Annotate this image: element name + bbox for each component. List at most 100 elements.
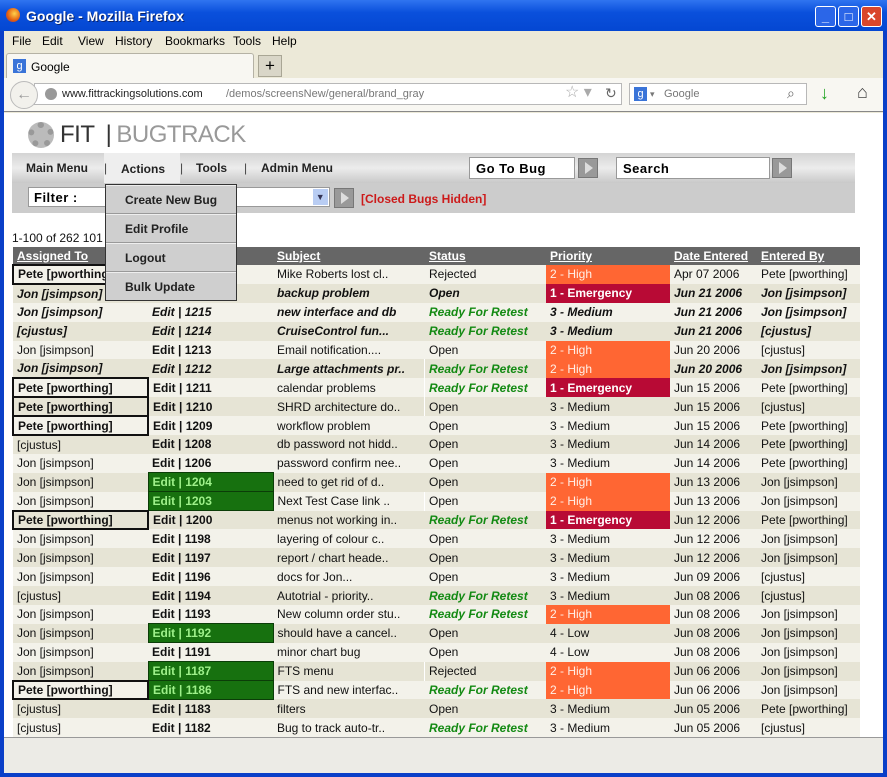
- table-row[interactable]: [cjustus] Edit | 1183 filters Open 3 - Mediu…: [13, 699, 860, 719]
- filter-go-button[interactable]: [334, 188, 354, 208]
- table-row[interactable]: Pete [pworthing] Edit | 1209 workflow prob…: [12, 415, 860, 437]
- close-button[interactable]: ✕: [861, 6, 882, 27]
- edit-link[interactable]: Edit | 1193: [148, 605, 273, 624]
- cell-subject[interactable]: new interface and db: [273, 302, 425, 322]
- edit-link[interactable]: Edit | 1192: [147, 623, 274, 644]
- cell-subject[interactable]: need to get rid of d..: [273, 472, 425, 492]
- new-tab-button[interactable]: +: [258, 55, 282, 77]
- edit-link[interactable]: Edit | 1194: [148, 586, 273, 606]
- cell-subject[interactable]: report / chart heade..: [273, 548, 425, 568]
- table-row[interactable]: Jon [jsimpson] Edit | 1193 New column orde…: [13, 605, 860, 624]
- cell-subject[interactable]: Email notification....: [273, 340, 425, 360]
- table-row[interactable]: Jon [jsimpson] Edit | 1206 password confir…: [13, 453, 860, 473]
- cell-subject[interactable]: menus not working in..: [273, 510, 425, 530]
- web-search-box[interactable]: g ▾ Google ⌕: [629, 83, 807, 105]
- table-row[interactable]: [cjustus] Edit | 1182 Bug to track auto-tr…: [13, 718, 860, 737]
- table-row[interactable]: Pete [pworthing] Edit | 1200 menus not wor…: [12, 509, 860, 531]
- table-row[interactable]: Jon [jsimpson] Edit | 1196 docs for Jon...…: [13, 567, 860, 587]
- table-row[interactable]: Jon [jsimpson] Edit | 1192 should have a c…: [13, 623, 860, 644]
- edit-link[interactable]: Edit | 1187: [147, 661, 274, 682]
- home-icon[interactable]: ⌂: [857, 82, 868, 103]
- edit-link[interactable]: Edit | 1213: [148, 340, 273, 360]
- cell-subject[interactable]: calendar problems: [273, 378, 425, 398]
- edit-link[interactable]: Edit | 1182: [148, 718, 273, 737]
- edit-link[interactable]: Edit | 1198: [148, 529, 273, 549]
- cell-subject[interactable]: Large attachments pr..: [273, 359, 425, 379]
- col-entered-by[interactable]: Entered By: [757, 247, 860, 265]
- cell-subject[interactable]: layering of colour c..: [273, 529, 425, 549]
- cell-subject[interactable]: SHRD architecture do..: [273, 397, 425, 417]
- closed-bugs-hidden[interactable]: [Closed Bugs Hidden]: [361, 192, 486, 206]
- engine-dropdown-icon[interactable]: ▾: [650, 84, 655, 104]
- cell-subject[interactable]: workflow problem: [273, 416, 425, 436]
- table-row[interactable]: [cjustus] Edit | 1194 Autotrial - priority…: [13, 586, 860, 606]
- edit-link[interactable]: Edit | 1212: [148, 359, 273, 379]
- menu-main[interactable]: Main Menu: [26, 161, 88, 175]
- cell-subject[interactable]: docs for Jon...: [273, 567, 425, 587]
- chevron-down-icon[interactable]: ▼: [313, 189, 328, 205]
- menu-admin[interactable]: Admin Menu: [261, 161, 333, 175]
- cell-subject[interactable]: FTS menu: [273, 661, 425, 681]
- menu-item-edit-profile[interactable]: Edit Profile: [106, 214, 236, 243]
- menu-item-bulk-update[interactable]: Bulk Update: [106, 272, 236, 301]
- cell-subject[interactable]: New column order stu..: [273, 605, 425, 624]
- reload-icon[interactable]: ↻: [605, 83, 617, 103]
- table-row[interactable]: [cjustus] Edit | 1214 CruiseControl fun...…: [13, 321, 860, 341]
- go-to-bug-input[interactable]: Go To Bug: [469, 157, 575, 179]
- menu-edit[interactable]: Edit: [42, 34, 63, 48]
- menu-tools[interactable]: Tools: [233, 34, 261, 48]
- menu-item-create-new-bug[interactable]: Create New Bug: [106, 185, 236, 214]
- edit-link[interactable]: Edit | 1203: [147, 491, 274, 512]
- table-row[interactable]: Pete [pworthing] Edit | 1186 FTS and new i…: [12, 679, 860, 701]
- edit-link[interactable]: Edit | 1186: [147, 680, 274, 700]
- tab-google[interactable]: g Google: [6, 53, 254, 78]
- back-button[interactable]: ←: [10, 81, 38, 109]
- cell-subject[interactable]: FTS and new interfac..: [273, 680, 425, 700]
- menu-bookmarks[interactable]: Bookmarks: [165, 34, 225, 48]
- table-row[interactable]: [cjustus] Edit | 1208 db password not hidd…: [13, 435, 860, 454]
- table-row[interactable]: Jon [jsimpson] Edit | 1198 layering of col…: [13, 529, 860, 549]
- edit-link[interactable]: Edit | 1208: [148, 435, 273, 454]
- url-bar[interactable]: www.fittrackingsolutions.com /demos/scre…: [34, 83, 622, 105]
- menu-tools[interactable]: Tools: [196, 161, 227, 175]
- cell-subject[interactable]: minor chart bug: [273, 642, 425, 662]
- col-priority[interactable]: Priority: [546, 247, 670, 265]
- download-icon[interactable]: ↓: [820, 83, 829, 104]
- table-row[interactable]: Jon [jsimpson] Edit | 1215 new interface a…: [13, 302, 860, 322]
- menu-view[interactable]: View: [78, 34, 104, 48]
- cell-subject[interactable]: Next Test Case link ..: [273, 491, 425, 511]
- edit-link[interactable]: Edit | 1183: [148, 699, 273, 719]
- table-row[interactable]: Jon [jsimpson] Edit | 1197 report / chart …: [13, 548, 860, 568]
- edit-link[interactable]: Edit | 1191: [148, 642, 273, 662]
- menu-file[interactable]: File: [12, 34, 31, 48]
- go-to-bug-button[interactable]: [578, 158, 598, 178]
- edit-link[interactable]: Edit | 1197: [148, 548, 273, 568]
- edit-link[interactable]: Edit | 1211: [148, 378, 273, 398]
- table-row[interactable]: Pete [pworthing] Edit | 1210 SHRD architec…: [12, 396, 860, 418]
- cell-subject[interactable]: password confirm nee..: [273, 453, 425, 473]
- menu-help[interactable]: Help: [272, 34, 297, 48]
- table-row[interactable]: Jon [jsimpson] Edit | 1204 need to get rid…: [13, 472, 860, 493]
- cell-subject[interactable]: Autotrial - priority..: [273, 586, 425, 606]
- cell-subject[interactable]: db password not hidd..: [273, 435, 425, 454]
- search-button[interactable]: [772, 158, 792, 178]
- table-row[interactable]: Jon [jsimpson] Edit | 1187 FTS menu Rejecte…: [13, 661, 860, 682]
- maximize-button[interactable]: □: [838, 6, 859, 27]
- edit-link[interactable]: Edit | 1210: [148, 397, 273, 417]
- menu-actions[interactable]: Actions: [121, 162, 165, 176]
- edit-link[interactable]: Edit | 1214: [148, 321, 273, 341]
- table-row[interactable]: Jon [jsimpson] Edit | 1212 Large attachmen…: [13, 359, 860, 379]
- edit-link[interactable]: Edit | 1209: [148, 416, 273, 436]
- edit-link[interactable]: Edit | 1206: [148, 453, 273, 473]
- cell-subject[interactable]: Mike Roberts lost cl..: [273, 265, 425, 284]
- cell-subject[interactable]: should have a cancel..: [273, 623, 425, 643]
- edit-link[interactable]: Edit | 1200: [148, 510, 273, 530]
- bookmark-star-icon[interactable]: ☆ ▾: [565, 83, 592, 103]
- table-row[interactable]: Pete [pworthing] Edit | 1211 calendar prob…: [12, 377, 860, 399]
- cell-subject[interactable]: backup problem: [273, 283, 425, 303]
- edit-link[interactable]: Edit | 1204: [147, 472, 274, 493]
- search-input[interactable]: Search: [616, 157, 770, 179]
- minimize-button[interactable]: _: [815, 6, 836, 27]
- cell-subject[interactable]: filters: [273, 699, 425, 719]
- menu-history[interactable]: History: [115, 34, 152, 48]
